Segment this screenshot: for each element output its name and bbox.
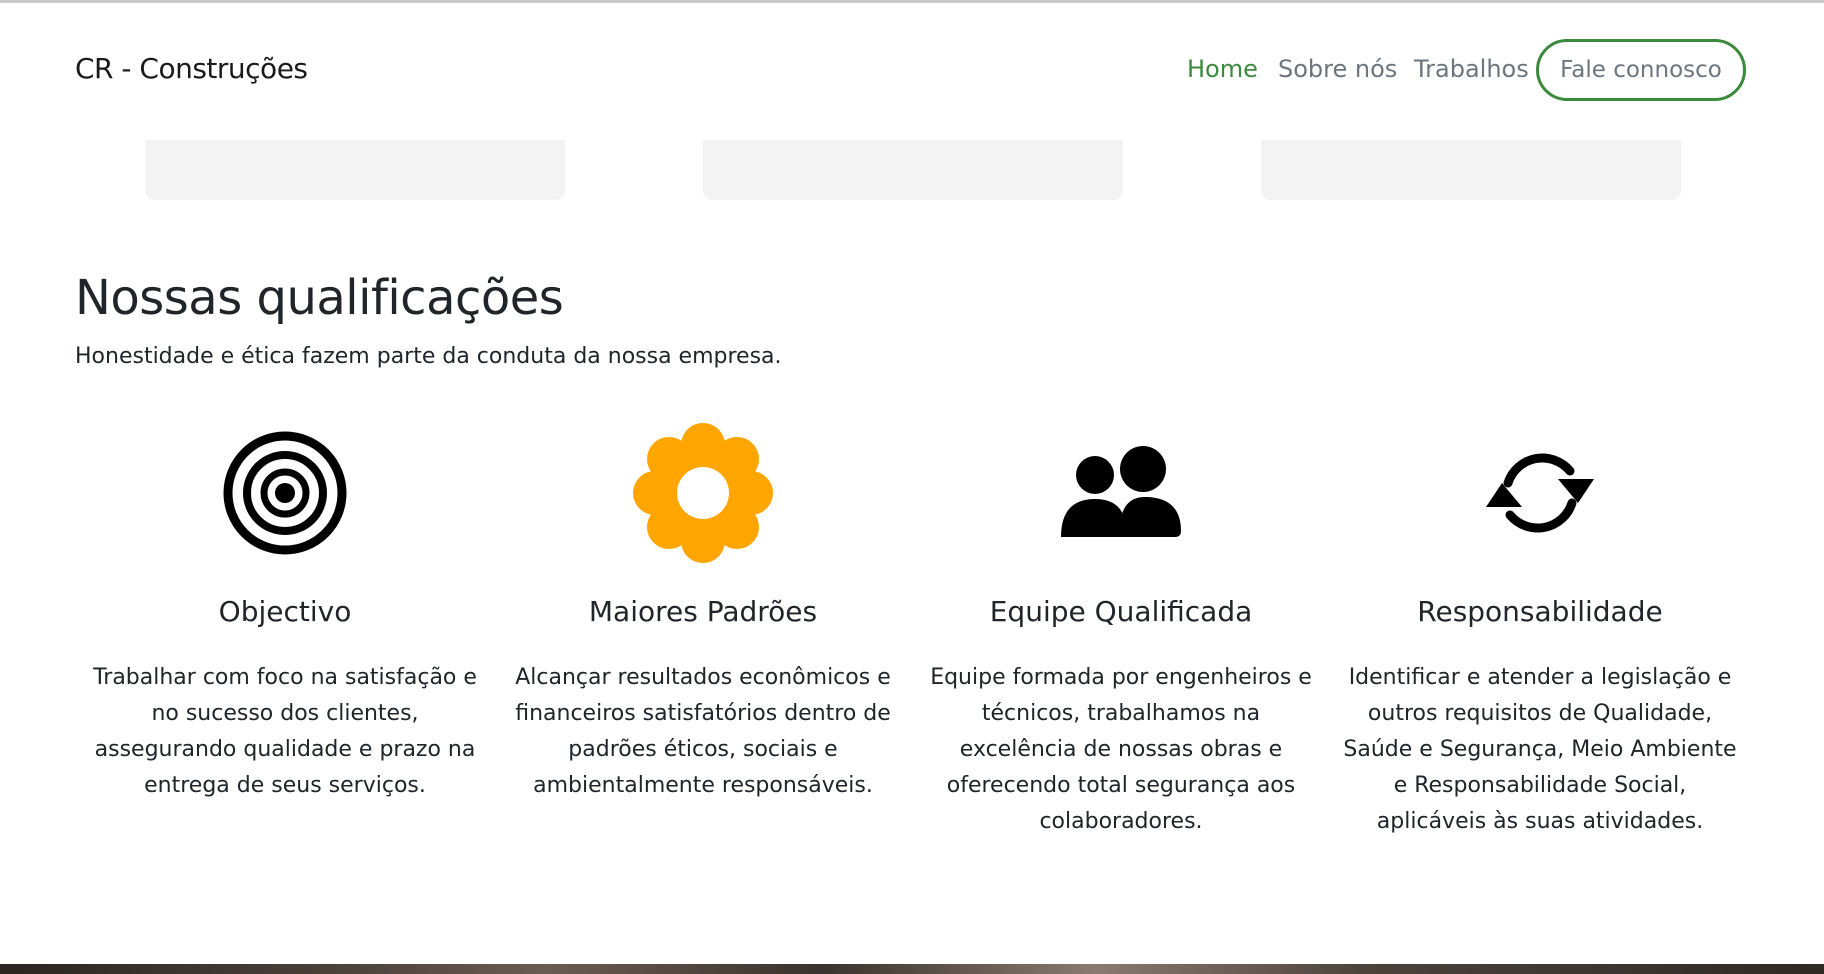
feature-objectivo: Objectivo Trabalhar com foco na satisfaç… (85, 415, 485, 804)
section-subtitle: Honestidade e ética fazem parte da condu… (75, 344, 782, 369)
contact-button[interactable]: Fale connosco (1536, 39, 1746, 101)
target-icon (85, 415, 485, 570)
feature-description: Equipe formada por engenheiros e técnico… (930, 665, 1312, 834)
nav-link-trabalhos[interactable]: Trabalhos (1414, 55, 1529, 83)
feature-title: Equipe Qualificada (989, 595, 1253, 628)
next-section-image (0, 964, 1824, 974)
nav-link-sobre-nos[interactable]: Sobre nós (1278, 55, 1397, 83)
users-icon (921, 415, 1321, 570)
section-title: Nossas qualificações (75, 270, 564, 326)
navbar: CR - Construções Home Sobre nós Trabalho… (0, 3, 1824, 140)
feature-maiores-padroes: Maiores Padrões Alcançar resultados econ… (503, 415, 903, 804)
feature-description: Alcançar resultados econômicos e finance… (515, 665, 891, 798)
feature-equipe-qualificada: Equipe Qualificada Equipe formada por en… (921, 415, 1321, 840)
feature-title: Responsabilidade (1417, 595, 1663, 628)
feature-responsabilidade: Responsabilidade Identificar e atender a… (1340, 415, 1740, 840)
brand-logo[interactable]: CR - Construções (75, 52, 308, 85)
feature-description: Identificar e atender a legislação e out… (1343, 665, 1737, 834)
nav-link-home[interactable]: Home (1187, 55, 1258, 83)
feature-title: Maiores Padrões (588, 595, 818, 628)
feature-title: Objectivo (218, 595, 352, 628)
feature-description: Trabalhar com foco na satisfação e no su… (93, 665, 477, 798)
gear-icon (503, 415, 903, 570)
sync-icon (1340, 415, 1740, 570)
